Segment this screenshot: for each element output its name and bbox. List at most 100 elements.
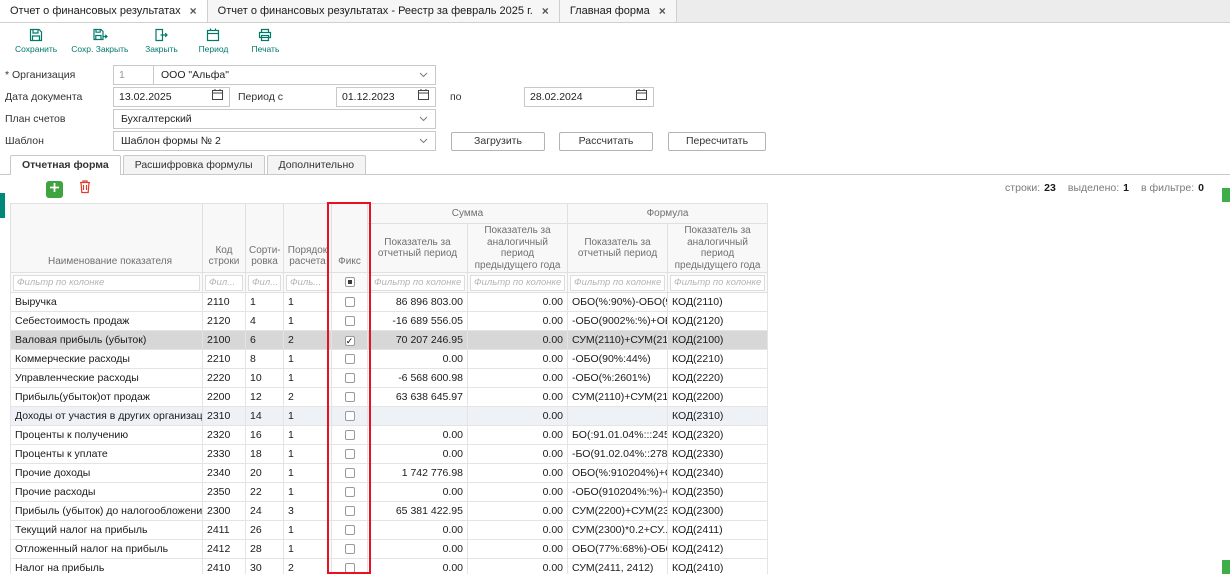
cell-sort[interactable]: 24 — [246, 502, 284, 521]
fix-checkbox[interactable] — [345, 297, 355, 307]
cell-sum-current[interactable]: 0.00 — [368, 445, 468, 464]
cell-sort[interactable]: 16 — [246, 426, 284, 445]
cell-sum-current[interactable]: 63 638 645.97 — [368, 388, 468, 407]
cell-formula-previous[interactable]: КОД(2120) — [668, 312, 768, 331]
save-close-button[interactable]: Сохр. Закрыть — [64, 26, 135, 55]
cell-order[interactable]: 1 — [284, 464, 332, 483]
cell-sum-previous[interactable]: 0.00 — [468, 483, 568, 502]
cell-fix[interactable] — [332, 369, 368, 388]
cell-formula-previous[interactable]: КОД(2411) — [668, 521, 768, 540]
cell-formula-current[interactable]: -ОБО(9002%:%)+ОБ... — [568, 312, 668, 331]
cell-formula-previous[interactable]: КОД(2110) — [668, 293, 768, 312]
cell-order[interactable]: 2 — [284, 559, 332, 574]
cell-name[interactable]: Прочие расходы — [11, 483, 203, 502]
cell-sum-current[interactable]: 86 896 803.00 — [368, 293, 468, 312]
cell-order[interactable]: 2 — [284, 331, 332, 350]
cell-formula-previous[interactable]: КОД(2200) — [668, 388, 768, 407]
calendar-icon[interactable] — [635, 88, 648, 106]
filter-input-name[interactable] — [13, 275, 200, 291]
cell-code[interactable]: 2100 — [203, 331, 246, 350]
cell-order[interactable]: 3 — [284, 502, 332, 521]
cell-sum-previous[interactable]: 0.00 — [468, 350, 568, 369]
close-button[interactable]: Закрыть — [135, 26, 187, 55]
cell-name[interactable]: Выручка — [11, 293, 203, 312]
fix-checkbox[interactable] — [345, 563, 355, 573]
cell-formula-previous[interactable]: КОД(2412) — [668, 540, 768, 559]
period-to-input[interactable] — [525, 88, 635, 106]
recalculate-button[interactable]: Пересчитать — [668, 132, 766, 151]
cell-formula-previous[interactable]: КОД(2310) — [668, 407, 768, 426]
cell-sum-previous[interactable]: 0.00 — [468, 502, 568, 521]
fix-checkbox[interactable] — [345, 525, 355, 535]
cell-formula-previous[interactable]: КОД(2350) — [668, 483, 768, 502]
cell-fix[interactable] — [332, 464, 368, 483]
cell-sum-previous[interactable]: 0.00 — [468, 464, 568, 483]
cell-code[interactable]: 2350 — [203, 483, 246, 502]
cell-formula-current[interactable]: -ОБО(910204%:%)-С... — [568, 483, 668, 502]
window-tab-registry[interactable]: Отчет о финансовых результатах - Реестр … — [208, 0, 560, 22]
cell-sum-current[interactable]: 0.00 — [368, 540, 468, 559]
window-tab-main-form[interactable]: Главная форма × — [560, 0, 677, 22]
table-row[interactable]: Доходы от участия в других организаци...… — [11, 407, 768, 426]
cell-sum-previous[interactable]: 0.00 — [468, 445, 568, 464]
table-row[interactable]: Проценты к получению23201610.000.00БО(:9… — [11, 426, 768, 445]
cell-code[interactable]: 2411 — [203, 521, 246, 540]
cell-fix[interactable] — [332, 483, 368, 502]
cell-formula-previous[interactable]: КОД(2410) — [668, 559, 768, 574]
column-header-order[interactable]: Порядок расчета — [284, 204, 332, 273]
cell-formula-current[interactable]: СУМ(2300)*0.2+СУ... — [568, 521, 668, 540]
cell-sum-previous[interactable]: 0.00 — [468, 540, 568, 559]
cell-sort[interactable]: 28 — [246, 540, 284, 559]
cell-sort[interactable]: 22 — [246, 483, 284, 502]
cell-name[interactable]: Прибыль (убыток) до налогообложения — [11, 502, 203, 521]
cell-fix[interactable] — [332, 388, 368, 407]
tab-close-icon[interactable]: × — [542, 5, 549, 17]
cell-formula-current[interactable]: БО(:91.01.04%:::245... — [568, 426, 668, 445]
cell-order[interactable]: 1 — [284, 350, 332, 369]
fix-checkbox[interactable] — [345, 430, 355, 440]
cell-order[interactable]: 1 — [284, 445, 332, 464]
calculate-button[interactable]: Рассчитать — [559, 132, 653, 151]
cell-sum-current[interactable]: -16 689 556.05 — [368, 312, 468, 331]
cell-order[interactable]: 1 — [284, 312, 332, 331]
cell-sum-current[interactable]: 0.00 — [368, 521, 468, 540]
cell-formula-current[interactable]: СУМ(2411, 2412) — [568, 559, 668, 574]
cell-fix[interactable] — [332, 293, 368, 312]
column-header-sum-current[interactable]: Показатель за отчетный период — [368, 224, 468, 273]
cell-name[interactable]: Доходы от участия в других организаци... — [11, 407, 203, 426]
cell-fix[interactable] — [332, 559, 368, 574]
cell-sort[interactable]: 12 — [246, 388, 284, 407]
cell-formula-previous[interactable]: КОД(2100) — [668, 331, 768, 350]
cell-name[interactable]: Отложенный налог на прибыль — [11, 540, 203, 559]
cell-name[interactable]: Валовая прибыль (убыток) — [11, 331, 203, 350]
cell-code[interactable]: 2220 — [203, 369, 246, 388]
cell-formula-previous[interactable]: КОД(2320) — [668, 426, 768, 445]
filter-input-formula-current[interactable] — [570, 275, 665, 291]
cell-name[interactable]: Налог на прибыль — [11, 559, 203, 574]
cell-formula-current[interactable]: -БО(91.02.04%::278... — [568, 445, 668, 464]
delete-row-button[interactable] — [76, 181, 93, 198]
cell-formula-current[interactable]: ОБО(77%:68%)-ОБО... — [568, 540, 668, 559]
period-from-field[interactable] — [336, 87, 436, 107]
cell-sum-current[interactable]: 1 742 776.98 — [368, 464, 468, 483]
cell-name[interactable]: Прибыль(убыток)от продаж — [11, 388, 203, 407]
cell-code[interactable]: 2120 — [203, 312, 246, 331]
tab-additional[interactable]: Дополнительно — [267, 155, 367, 174]
cell-order[interactable]: 1 — [284, 407, 332, 426]
doc-date-input[interactable] — [114, 88, 211, 106]
filter-input-sort[interactable] — [248, 275, 281, 291]
cell-name[interactable]: Управленческие расходы — [11, 369, 203, 388]
splitter-handle-right-top[interactable] — [1222, 188, 1230, 202]
tab-close-icon[interactable]: × — [659, 5, 666, 17]
cell-sort[interactable]: 14 — [246, 407, 284, 426]
table-row[interactable]: Управленческие расходы2220101-6 568 600.… — [11, 369, 768, 388]
fix-checkbox[interactable] — [345, 544, 355, 554]
cell-sum-previous[interactable]: 0.00 — [468, 521, 568, 540]
cell-sort[interactable]: 18 — [246, 445, 284, 464]
fix-checkbox[interactable]: ✓ — [345, 336, 355, 346]
table-row[interactable]: Выручка21101186 896 803.000.00ОБО(%:90%)… — [11, 293, 768, 312]
cell-order[interactable]: 1 — [284, 293, 332, 312]
cell-sum-current[interactable]: 0.00 — [368, 559, 468, 574]
cell-sum-previous[interactable]: 0.00 — [468, 426, 568, 445]
organization-select[interactable]: ООО "Альфа" — [153, 65, 436, 85]
